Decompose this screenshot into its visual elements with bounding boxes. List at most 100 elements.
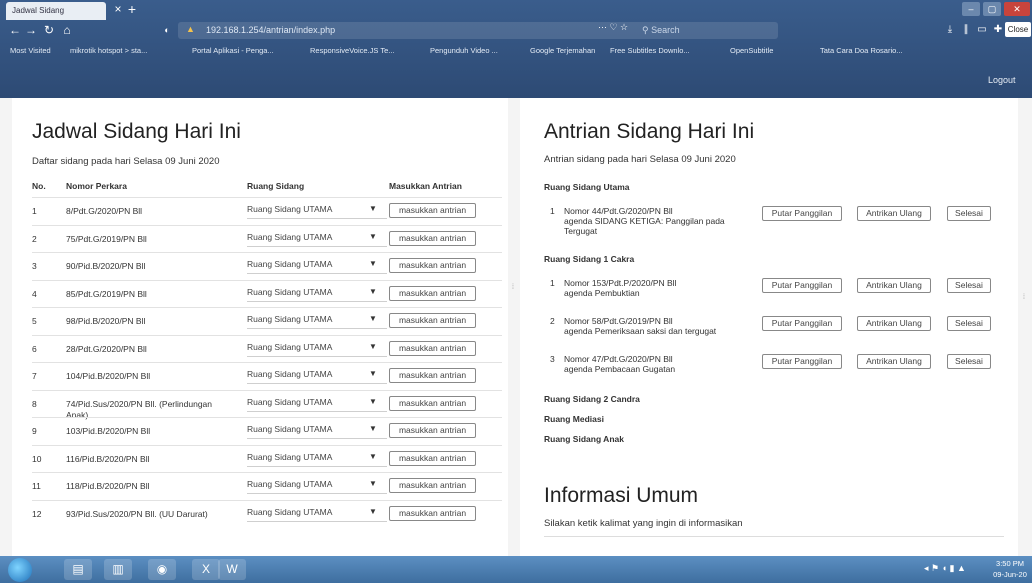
back-icon[interactable]: ← [8, 23, 22, 37]
bookmark-item[interactable]: Google Terjemahan [530, 46, 595, 55]
ruang-select[interactable]: Ruang Sidang UTAMA ▼ [247, 342, 387, 357]
firefox-icon[interactable]: ◉ [148, 559, 176, 580]
home-icon[interactable]: ⌂ [60, 23, 74, 37]
queue-item: 3 Nomor 47/Pdt.G/2020/PN Bll agenda Pembac… [544, 354, 1014, 394]
select-underline [247, 355, 387, 357]
clock-time: 3:50 PM [996, 559, 1024, 568]
shield-icon[interactable]: ◐ [160, 23, 174, 37]
masukkan-antrian-button[interactable]: masukkan antrian [389, 450, 476, 466]
masukkan-antrian-button[interactable]: masukkan antrian [389, 368, 476, 383]
table-row: 8 74/Pid.Sus/2020/PN Bll. (Perlindungan A… [32, 389, 502, 420]
logout-link[interactable]: Logout [988, 75, 1016, 85]
bookmark-item[interactable]: Tata Cara Doa Rosario... [820, 46, 903, 55]
row-perkara: 90/Pid.B/2020/PN Bll [66, 261, 146, 271]
masukkan-antrian-button[interactable]: masukkan antrian [389, 258, 476, 273]
ruang-select-value: Ruang Sidang UTAMA [247, 396, 333, 407]
ruang-select[interactable]: Ruang Sidang UTAMA ▼ [247, 369, 387, 384]
row-no: 1 [32, 206, 37, 216]
reload-icon[interactable]: ↻ [42, 23, 56, 37]
chevron-down-icon: ▼ [369, 204, 377, 213]
row-no: 7 [32, 371, 37, 381]
antrikan-ulang-button[interactable]: Antrikan Ulang [857, 316, 931, 331]
download-icon[interactable]: ⤓ [944, 24, 956, 36]
bookmark-item[interactable]: Most Visited [10, 46, 51, 55]
row-no: 11 [32, 481, 41, 491]
masukkan-antrian-button[interactable]: masukkan antrian [389, 313, 476, 328]
bookmark-item[interactable]: Free Subtitles Downlo... [610, 46, 690, 55]
tab-close-icon[interactable]: × [112, 3, 124, 15]
minimize-icon[interactable]: – [962, 2, 980, 16]
putar-panggilan-button[interactable]: Putar Panggilan [762, 278, 842, 293]
masukkan-antrian-button[interactable]: masukkan antrian [389, 230, 476, 246]
library-icon[interactable]: ∥ [960, 24, 972, 36]
schedule-panel: Jadwal Sidang Hari Ini Daftar sidang pad… [12, 98, 508, 556]
word-icon[interactable]: W [218, 559, 246, 580]
start-button[interactable] [8, 558, 32, 582]
info-textarea[interactable] [544, 536, 1004, 556]
window-close-icon[interactable]: ✕ [1004, 2, 1030, 16]
page-actions-icon[interactable]: ··· ♡ ☆ [598, 22, 628, 33]
bookmark-item[interactable]: OpenSubtitle [730, 46, 773, 55]
putar-panggilan-button[interactable]: Putar Panggilan [762, 354, 842, 369]
bookmark-item[interactable]: mikrotik hotspot > sta... [70, 46, 147, 55]
header-perkara: Nomor Perkara [66, 181, 127, 191]
select-underline [247, 465, 387, 467]
ruang-select[interactable]: Ruang Sidang UTAMA ▼ [247, 314, 387, 329]
explorer-icon[interactable]: ▤ [64, 559, 92, 580]
select-underline [247, 520, 387, 522]
close-button[interactable]: Close [1005, 22, 1031, 37]
masukkan-antrian-button[interactable]: masukkan antrian [389, 478, 476, 493]
table-row: 11 118/Pid.B/2020/PN Bll Ruang Sidang UTAM… [32, 472, 502, 498]
ruang-select[interactable]: Ruang Sidang UTAMA ▼ [247, 451, 387, 467]
antrikan-ulang-button[interactable]: Antrikan Ulang [857, 206, 931, 221]
bookmark-item[interactable]: Pengunduh Video ... [430, 46, 498, 55]
maximize-icon[interactable]: ▢ [983, 2, 1001, 16]
chevron-down-icon: ▼ [369, 479, 377, 488]
masukkan-antrian-button[interactable]: masukkan antrian [389, 285, 476, 301]
masukkan-antrian-button[interactable]: masukkan antrian [389, 203, 476, 218]
selesai-button[interactable]: Selesai [947, 206, 991, 221]
folder-icon[interactable]: ▥ [104, 559, 132, 580]
bookmarks-bar: Most Visited mikrotik hotspot > sta... P… [0, 42, 1032, 60]
masukkan-antrian-button[interactable]: masukkan antrian [389, 395, 476, 411]
queue-agenda: agenda Pembuktian [564, 288, 640, 298]
excel-icon[interactable]: X [192, 559, 220, 580]
search-input[interactable]: ⚲ Search [636, 22, 816, 39]
ruang-select[interactable]: Ruang Sidang UTAMA ▼ [247, 507, 387, 522]
ruang-select[interactable]: Ruang Sidang UTAMA ▼ [247, 424, 387, 439]
sidebar-icon[interactable]: ▭ [976, 24, 988, 36]
ruang-select[interactable]: Ruang Sidang UTAMA ▼ [247, 287, 387, 302]
chevron-down-icon: ▼ [369, 259, 377, 268]
bookmark-item[interactable]: Portal Aplikasi - Penga... [192, 46, 274, 55]
ruang-select[interactable]: Ruang Sidang UTAMA ▼ [247, 396, 387, 412]
extension-icon[interactable]: ✚ [992, 24, 1004, 36]
ruang-select[interactable]: Ruang Sidang UTAMA ▼ [247, 479, 387, 494]
forward-icon[interactable]: → [24, 23, 38, 37]
selesai-button[interactable]: Selesai [947, 316, 991, 331]
ruang-select[interactable]: Ruang Sidang UTAMA ▼ [247, 232, 387, 247]
clock[interactable]: 3:50 PM 09-Jun-20 [990, 558, 1030, 580]
ruang-select-value: Ruang Sidang UTAMA [247, 451, 333, 462]
masukkan-antrian-button[interactable]: masukkan antrian [389, 340, 476, 356]
table-row: 5 98/Pid.B/2020/PN Bll Ruang Sidang UTAMA ▼… [32, 307, 502, 333]
queue-item: 2 Nomor 58/Pdt.G/2019/PN Bll agenda Pemeri… [544, 316, 1014, 356]
browser-tab[interactable]: Jadwal Sidang [6, 2, 106, 20]
search-placeholder: Search [651, 25, 680, 35]
new-tab-icon[interactable]: + [126, 2, 138, 16]
selesai-button[interactable]: Selesai [947, 278, 991, 293]
bookmark-item[interactable]: ResponsiveVoice.JS Te... [310, 46, 395, 55]
queue-nomor: Nomor 58/Pdt.G/2019/PN Bll [564, 316, 673, 326]
system-tray-icons[interactable]: ◂ ⚑ ◖ ▮ ▲ [924, 563, 966, 574]
splitter-handle-icon[interactable]: ⁞ [1023, 294, 1029, 301]
putar-panggilan-button[interactable]: Putar Panggilan [762, 206, 842, 221]
masukkan-antrian-button[interactable]: masukkan antrian [389, 505, 476, 521]
masukkan-antrian-button[interactable]: masukkan antrian [389, 423, 476, 438]
putar-panggilan-button[interactable]: Putar Panggilan [762, 316, 842, 331]
row-perkara: 93/Pid.Sus/2020/PN Bll. (UU Darurat) [66, 508, 208, 519]
antrikan-ulang-button[interactable]: Antrikan Ulang [857, 278, 931, 293]
ruang-select[interactable]: Ruang Sidang UTAMA ▼ [247, 259, 387, 274]
selesai-button[interactable]: Selesai [947, 354, 991, 369]
antrikan-ulang-button[interactable]: Antrikan Ulang [857, 354, 931, 369]
ruang-select[interactable]: Ruang Sidang UTAMA ▼ [247, 204, 387, 219]
splitter-handle-icon[interactable]: ⁞ [512, 284, 518, 291]
